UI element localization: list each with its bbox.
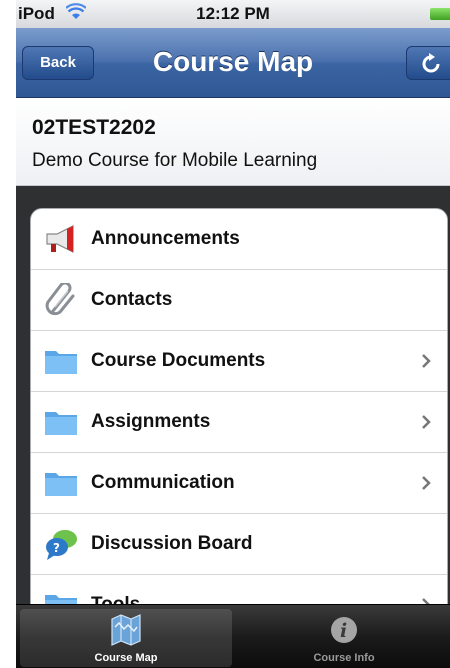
info-icon: i	[331, 617, 357, 643]
menu-item-discussion-board[interactable]: ? Discussion Board	[31, 514, 447, 575]
menu-item-label: Announcements	[91, 228, 240, 249]
map-icon	[111, 614, 141, 646]
menu-item-label: Assignments	[91, 411, 211, 432]
tab-label: Course Map	[94, 652, 158, 664]
refresh-button[interactable]	[406, 46, 450, 80]
tab-course-info[interactable]: i Course Info	[238, 609, 450, 667]
paperclip-icon	[45, 283, 75, 316]
menu-item-course-documents[interactable]: Course Documents	[31, 331, 447, 392]
chevron-right-icon	[422, 354, 431, 368]
menu-item-announcements[interactable]: Announcements	[31, 209, 447, 270]
course-menu-list: Announcements Contacts Course Documents	[30, 208, 448, 637]
menu-item-label: Discussion Board	[91, 533, 253, 554]
folder-icon	[45, 351, 77, 374]
chevron-right-icon	[422, 476, 431, 490]
status-bar: iPod 12:12 PM	[16, 0, 450, 28]
menu-item-assignments[interactable]: Assignments	[31, 392, 447, 453]
tab-course-map[interactable]: Course Map	[20, 609, 232, 667]
tab-label: Course Info	[313, 652, 375, 664]
menu-item-label: Contacts	[91, 289, 173, 310]
menu-item-label: Communication	[91, 472, 235, 493]
folder-icon	[45, 412, 77, 435]
navigation-bar: Back Course Map	[16, 28, 450, 98]
svg-text:i: i	[340, 620, 347, 642]
folder-icon	[45, 473, 77, 496]
menu-item-label: Course Documents	[91, 350, 266, 371]
svg-text:?: ?	[53, 541, 60, 555]
battery-icon	[430, 8, 450, 20]
tab-bar: Course Map i Course Info	[16, 604, 450, 668]
chevron-right-icon	[422, 415, 431, 429]
megaphone-icon	[46, 225, 74, 253]
course-name: Demo Course for Mobile Learning	[32, 150, 318, 171]
course-header: 02TEST2202 Demo Course for Mobile Learni…	[16, 98, 450, 186]
refresh-icon	[422, 53, 440, 73]
page-title: Course Map	[152, 46, 314, 77]
phone-screen: iPod 12:12 PM Back Course Map 02TEST2202…	[16, 0, 450, 668]
discussion-icon: ?	[46, 530, 77, 560]
menu-item-contacts[interactable]: Contacts	[31, 270, 447, 331]
menu-item-communication[interactable]: Communication	[31, 453, 447, 514]
course-code: 02TEST2202	[32, 116, 156, 139]
clock: 12:12 PM	[196, 4, 270, 23]
